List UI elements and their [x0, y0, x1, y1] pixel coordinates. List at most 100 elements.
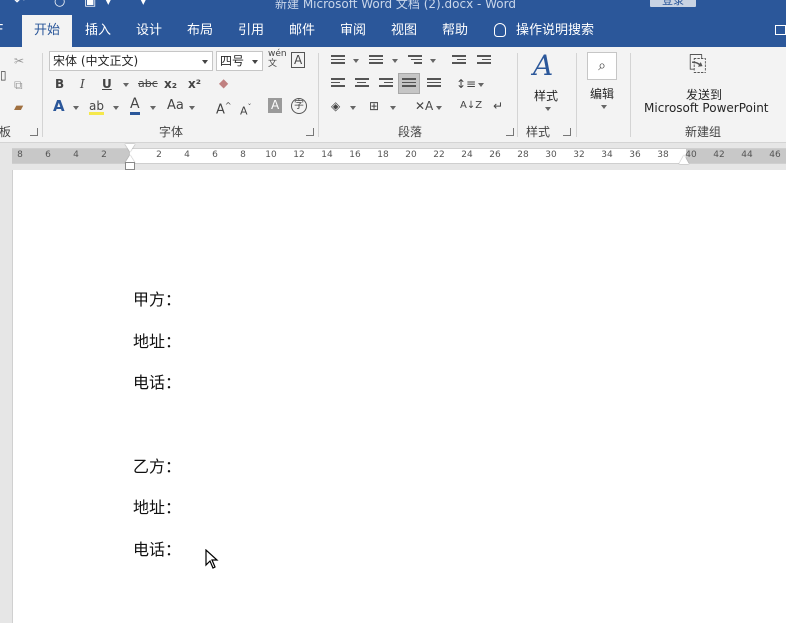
align-left-icon[interactable] — [331, 78, 345, 90]
styles-dropdown-icon[interactable] — [545, 107, 551, 111]
group-separator — [517, 53, 518, 137]
login-button[interactable]: 登录 — [650, 0, 696, 7]
ruler-tick: 2 — [101, 150, 107, 160]
superscript-button[interactable]: x² — [188, 76, 201, 92]
line-spacing-icon[interactable]: ↕≡ — [456, 76, 476, 92]
doc-line-party-a[interactable]: 甲方： — [133, 286, 181, 310]
styles-launcher-icon[interactable] — [563, 128, 571, 136]
character-border-button[interactable]: A — [291, 52, 306, 68]
tab-design[interactable]: 设计 — [136, 15, 162, 47]
title-bar: ↶ ○ ▣ ▾ ▾ 新建 Microsoft Word 文档 (2).docx … — [0, 0, 786, 15]
tab-mailings[interactable]: 邮件 — [289, 15, 315, 47]
font-name-select[interactable]: 宋体 (中文正文) — [49, 51, 213, 71]
shading-icon[interactable]: ◈ — [331, 98, 340, 114]
ribbon-tab-bar: F 开始 插入 设计 布局 引用 邮件 审阅 视图 帮助 操作说明搜索 — [0, 15, 786, 47]
borders-icon[interactable]: ⊞ — [369, 98, 379, 114]
save-icon[interactable]: ▣ — [84, 0, 96, 9]
copy-icon[interactable]: ⧉ — [14, 77, 23, 93]
redo-icon[interactable]: ○ — [54, 0, 65, 9]
character-shading-button[interactable]: A — [268, 98, 283, 113]
left-indent-marker[interactable] — [125, 162, 135, 170]
customize-toolbar-icon[interactable]: ▾ — [140, 0, 147, 9]
doc-line-phone-b[interactable]: 电话： — [133, 536, 181, 560]
doc-line-address-b[interactable]: 地址： — [133, 494, 181, 518]
underline-button[interactable]: U — [102, 76, 112, 92]
editing-dropdown-icon[interactable] — [601, 105, 607, 109]
tab-insert[interactable]: 插入 — [85, 15, 111, 47]
increase-indent-icon[interactable] — [477, 55, 491, 67]
tab-layout[interactable]: 布局 — [187, 15, 213, 47]
align-center-icon[interactable] — [355, 78, 369, 90]
format-painter-icon[interactable]: ▰ — [14, 99, 23, 115]
sort-icon[interactable]: A↓Z — [460, 98, 482, 114]
line-spacing-dropdown-icon[interactable] — [478, 83, 484, 87]
font-color-button[interactable]: A — [130, 97, 140, 115]
multilevel-list-dropdown-icon[interactable] — [430, 59, 436, 63]
distributed-icon[interactable] — [427, 78, 441, 90]
font-color-dropdown-icon[interactable] — [150, 106, 156, 110]
tab-review[interactable]: 审阅 — [340, 15, 366, 47]
shrink-font-button[interactable]: Aˇ — [240, 100, 252, 120]
paragraph-launcher-icon[interactable] — [506, 128, 514, 136]
bold-button[interactable]: B — [55, 76, 64, 92]
numbering-icon[interactable] — [369, 55, 383, 67]
first-line-indent-marker[interactable] — [125, 144, 135, 152]
tell-me-search[interactable]: 操作说明搜索 — [494, 15, 594, 47]
ruler-tick: 38 — [657, 150, 669, 160]
clipboard-launcher-icon[interactable] — [30, 128, 38, 136]
borders-dropdown-icon[interactable] — [390, 106, 396, 110]
styles-button[interactable]: 样式 — [534, 87, 558, 104]
align-right-icon[interactable] — [379, 78, 393, 90]
tell-me-label: 操作说明搜索 — [516, 23, 595, 38]
clipboard-group-label: 板 — [0, 125, 12, 139]
phonetic-guide-icon[interactable]: wén 文 — [268, 49, 287, 69]
ruler-tick: 6 — [45, 150, 51, 160]
text-effects-button[interactable]: A — [53, 98, 65, 114]
underline-dropdown-icon[interactable] — [123, 83, 129, 87]
enclose-characters-button[interactable]: 字 — [291, 98, 307, 114]
send-to-powerpoint-icon[interactable]: ⎘ — [689, 52, 707, 78]
search-icon[interactable]: ⌕ — [587, 52, 617, 80]
editing-button[interactable]: 编辑 — [590, 85, 614, 102]
ribbon-display-icon[interactable] — [775, 25, 786, 35]
tab-references[interactable]: 引用 — [238, 15, 264, 47]
font-size-select[interactable]: 四号 — [216, 51, 263, 71]
ruler-tick: 8 — [17, 150, 23, 160]
tab-file-edge[interactable]: F — [0, 15, 3, 47]
highlight-button[interactable]: ab — [89, 98, 104, 114]
chinese-layout-icon[interactable]: ✕A — [415, 98, 433, 114]
strikethrough-button[interactable]: abc — [138, 76, 158, 92]
cut-icon[interactable]: ✂ — [14, 53, 24, 69]
clear-formatting-icon[interactable]: ◆ — [219, 75, 228, 91]
ruler-tick: 36 — [629, 150, 641, 160]
bullets-dropdown-icon[interactable] — [353, 59, 359, 63]
right-indent-marker[interactable] — [679, 155, 689, 164]
text-effects-dropdown-icon[interactable] — [73, 106, 79, 110]
italic-button[interactable]: I — [80, 76, 85, 92]
multilevel-list-icon[interactable] — [408, 55, 422, 67]
doc-line-party-b[interactable]: 乙方： — [133, 453, 181, 477]
change-case-button[interactable]: Aa — [167, 98, 184, 114]
doc-line-phone-a[interactable]: 电话： — [133, 369, 181, 393]
shading-dropdown-icon[interactable] — [350, 106, 356, 110]
doc-line-address-a[interactable]: 地址： — [133, 328, 181, 352]
styles-icon[interactable]: A — [533, 51, 553, 81]
decrease-indent-icon[interactable] — [452, 55, 466, 67]
paste-icon[interactable]: ▯ — [0, 67, 7, 83]
chinese-layout-dropdown-icon[interactable] — [436, 106, 442, 110]
numbering-dropdown-icon[interactable] — [392, 59, 398, 63]
grow-font-button[interactable]: A^ — [216, 98, 232, 118]
send-to-powerpoint-label[interactable]: Microsoft PowerPoint — [644, 101, 769, 115]
font-launcher-icon[interactable] — [306, 128, 314, 136]
show-marks-icon[interactable]: ↵ — [493, 98, 503, 114]
quick-access-more-icon[interactable]: ▾ — [105, 0, 112, 9]
tab-view[interactable]: 视图 — [391, 15, 417, 47]
highlight-dropdown-icon[interactable] — [113, 106, 119, 110]
document-page[interactable]: 甲方： 地址： 电话： 乙方： 地址： 电话： — [12, 170, 786, 623]
change-case-dropdown-icon[interactable] — [189, 106, 195, 110]
undo-icon[interactable]: ↶ — [14, 0, 25, 9]
bullets-icon[interactable] — [331, 55, 345, 67]
tab-help[interactable]: 帮助 — [442, 15, 468, 47]
subscript-button[interactable]: x₂ — [164, 76, 177, 92]
tab-home[interactable]: 开始 — [22, 15, 73, 47]
